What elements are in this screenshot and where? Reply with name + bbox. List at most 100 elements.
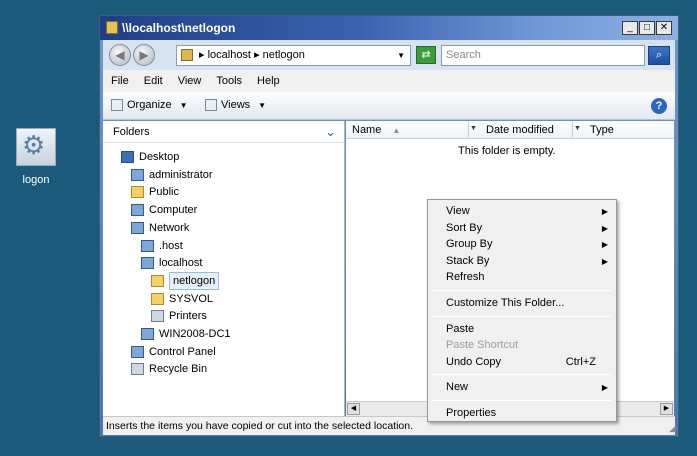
tree-item-public[interactable]: Public	[131, 184, 179, 200]
address-crumb-netlogon[interactable]: netlogon	[263, 49, 305, 61]
refresh-button[interactable]: ⇄	[416, 46, 436, 64]
address-bar[interactable]: ▸ localhost ▸ netlogon ▼	[176, 45, 411, 66]
column-date-modified[interactable]: Date modified	[486, 123, 554, 137]
tree-item-computer[interactable]: Computer	[131, 202, 197, 218]
context-item-new[interactable]: New ▶	[430, 379, 614, 396]
context-item-refresh[interactable]: Refresh	[430, 269, 614, 286]
context-item-view[interactable]: View ▶	[430, 203, 614, 220]
context-item-properties[interactable]: Properties	[430, 405, 614, 422]
column-name-label: Name	[352, 124, 382, 136]
share-folder-icon	[151, 292, 164, 305]
submenu-arrow-icon: ▶	[601, 240, 608, 250]
maximize-button[interactable]: □	[639, 21, 655, 35]
tree-item-label: localhost	[159, 257, 203, 270]
search-button[interactable]: ⌕	[648, 46, 670, 65]
folders-header-label: Folders	[113, 126, 150, 138]
tree-item-desktop[interactable]: Desktop	[121, 149, 179, 165]
tree-item-recycle-bin[interactable]: Recycle Bin	[131, 361, 207, 377]
address-crumb-localhost[interactable]: localhost	[208, 49, 251, 61]
organize-icon	[111, 99, 123, 111]
forward-button[interactable]: ▶	[133, 44, 155, 66]
scroll-right-icon[interactable]: ▶	[660, 403, 673, 415]
menu-tools[interactable]: Tools	[216, 75, 242, 87]
folders-pane: Folders ⌄ Desktop administrator Public Comp…	[103, 121, 345, 416]
title-bar[interactable]: \\localhost\netlogon _ □ ✕	[100, 16, 678, 40]
menu-separator	[432, 400, 612, 401]
context-item-label: Paste	[446, 322, 475, 335]
context-item-label: Group By	[446, 238, 493, 251]
column-name[interactable]: Name ▲	[352, 123, 400, 137]
help-button[interactable]: ?	[651, 98, 667, 114]
recycle-bin-icon	[131, 363, 144, 376]
navigation-bar: ◀ ▶ ▸ localhost ▸ netlogon ▼ ⇄ Search ⌕	[103, 40, 675, 70]
folder-icon	[106, 21, 118, 34]
folders-header[interactable]: Folders ⌄	[103, 121, 344, 143]
column-dropdown-icon[interactable]: ▼	[572, 122, 582, 137]
context-item-stack-by[interactable]: Stack By ▶	[430, 253, 614, 270]
shortcut-label: Ctrl+Z	[565, 355, 596, 368]
submenu-arrow-icon: ▶	[601, 383, 608, 393]
context-item-paste[interactable]: Paste	[430, 321, 614, 338]
tree-item-label: Printers	[169, 310, 207, 323]
menu-help[interactable]: Help	[257, 75, 280, 87]
views-button[interactable]: Views ▼	[205, 99, 266, 111]
tree-item-localhost[interactable]: localhost	[141, 255, 202, 271]
context-item-paste-shortcut: Paste Shortcut	[430, 337, 614, 354]
tree-item-netlogon[interactable]: netlogon	[151, 271, 220, 290]
command-toolbar: Organize ▼ Views ▼ ?	[103, 92, 675, 120]
computer-icon	[141, 257, 154, 270]
organize-label: Organize	[127, 99, 172, 111]
context-item-group-by[interactable]: Group By ▶	[430, 236, 614, 253]
context-item-sort-by[interactable]: Sort By ▶	[430, 220, 614, 237]
chevron-down-icon[interactable]: ⌄	[325, 121, 336, 143]
context-item-label: Undo Copy	[446, 355, 502, 368]
context-item-label: Stack By	[446, 254, 490, 267]
views-label: Views	[221, 99, 251, 111]
column-dropdown-icon[interactable]: ▼	[468, 122, 478, 137]
submenu-arrow-icon: ▶	[601, 207, 608, 216]
window-title: \\localhost\netlogon	[122, 21, 236, 35]
tree-item-sysvol[interactable]: SYSVOL	[151, 291, 213, 307]
tree-item-administrator[interactable]: administrator	[131, 167, 213, 183]
printer-folder-icon	[151, 310, 164, 323]
tree-item-label: Desktop	[139, 151, 180, 163]
tree-item-label: Network	[149, 221, 190, 234]
column-type[interactable]: Type	[590, 123, 614, 137]
address-sep-icon: ▸	[254, 49, 263, 61]
submenu-arrow-icon: ▶	[601, 256, 608, 266]
search-input[interactable]: Search	[441, 45, 645, 66]
tree-item-label: Public	[149, 186, 179, 199]
chevron-down-icon[interactable]: ▼	[397, 46, 405, 65]
user-folder-icon	[131, 168, 144, 181]
desktop-icon-logon[interactable]: logon	[10, 128, 62, 186]
context-item-label: View	[446, 205, 470, 217]
desktop-icon	[121, 151, 134, 163]
context-item-label: Customize This Folder...	[446, 297, 565, 309]
context-item-label: New	[446, 381, 469, 394]
minimize-button[interactable]: _	[622, 21, 638, 35]
share-folder-icon	[181, 49, 193, 61]
menu-file[interactable]: File	[111, 75, 129, 87]
chevron-down-icon: ▼	[179, 100, 188, 110]
network-icon	[131, 221, 144, 234]
computer-icon	[141, 328, 154, 340]
menu-view[interactable]: View	[178, 75, 202, 87]
close-button[interactable]: ✕	[656, 21, 672, 35]
context-item-customize-this-folder[interactable]: Customize This Folder...	[430, 295, 614, 312]
tree-item-network[interactable]: Network	[131, 220, 189, 236]
control-panel-icon	[131, 345, 144, 358]
menu-edit[interactable]: Edit	[144, 75, 163, 87]
tree-item-control-panel[interactable]: Control Panel	[131, 344, 216, 360]
resize-grip-icon[interactable]: ◢	[669, 423, 676, 434]
context-item-undo-copy[interactable]: Undo Copy Ctrl+Z	[430, 354, 614, 371]
context-item-label: Properties	[446, 407, 497, 419]
scroll-left-icon[interactable]: ◀	[347, 403, 360, 415]
tree-item-win2008-dc1[interactable]: WIN2008-DC1	[141, 326, 231, 342]
address-sep-icon: ▸	[199, 49, 208, 61]
organize-button[interactable]: Organize ▼	[111, 99, 188, 111]
tree-item-printers[interactable]: Printers	[151, 308, 207, 324]
menu-separator	[432, 290, 612, 291]
submenu-arrow-icon: ▶	[601, 223, 608, 233]
back-button[interactable]: ◀	[109, 44, 131, 66]
tree-item-host[interactable]: .host	[141, 238, 183, 254]
